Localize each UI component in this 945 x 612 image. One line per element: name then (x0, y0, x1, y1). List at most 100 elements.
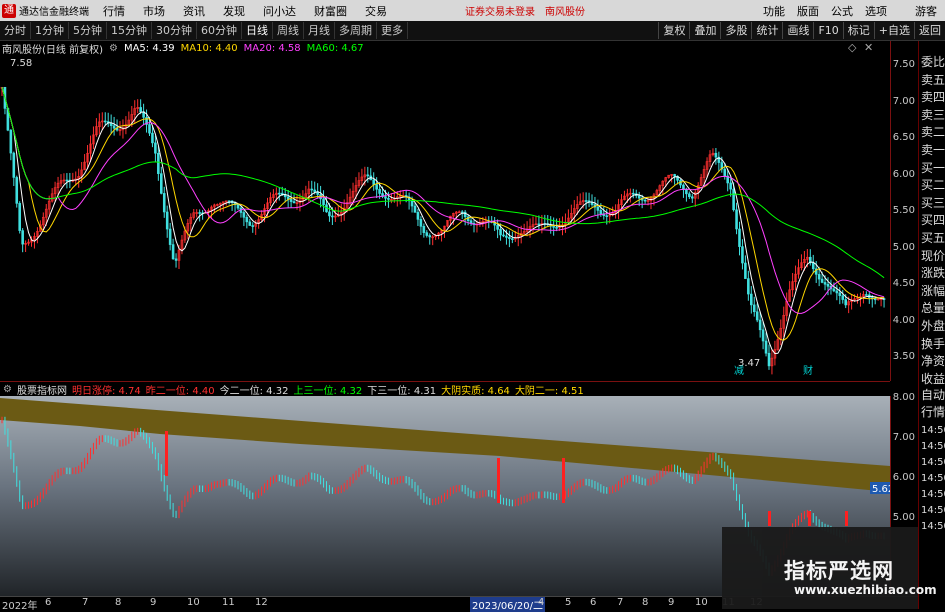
indicator-settings-icon[interactable]: ⚙ (3, 384, 12, 395)
period-15min[interactable]: 15分钟 (107, 22, 152, 39)
period-30min[interactable]: 30分钟 (152, 22, 197, 39)
candle-body (511, 238, 514, 240)
side-panel-toggle[interactable]: 自动 (921, 386, 945, 403)
multi-stock-button[interactable]: 多股 (720, 22, 751, 39)
candle-body (584, 200, 588, 202)
side-panel-item[interactable]: 净资 (921, 352, 945, 369)
event-mark-finance[interactable]: 财 (803, 364, 813, 377)
period-monthly[interactable]: 月线 (304, 22, 335, 39)
mark-button[interactable]: 标记 (842, 22, 874, 39)
f10-button[interactable]: F10 (813, 22, 842, 39)
trade-login-alert[interactable]: 证券交易未登录 (465, 3, 535, 18)
side-panel-item[interactable]: 总量 (921, 299, 945, 316)
period-5min[interactable]: 5分钟 (69, 22, 107, 39)
side-panel-item[interactable]: 买四 (921, 211, 945, 228)
period-daily[interactable]: 日线 (242, 22, 273, 39)
candle-body (112, 125, 116, 129)
side-panel-item[interactable]: 买三 (921, 194, 945, 211)
time-tick: 8 (115, 597, 122, 608)
menu-news[interactable]: 资讯 (183, 3, 205, 19)
side-panel-item[interactable]: 买二 (921, 176, 945, 193)
diamond-icon[interactable]: ◇ (848, 41, 856, 54)
close-icon[interactable]: ✕ (864, 41, 873, 54)
candle-body (835, 290, 839, 294)
menu-formula[interactable]: 公式 (831, 3, 853, 19)
menu-ask[interactable]: 问小达 (263, 3, 296, 19)
menu-bar: 通 通达信金融终端 行情 市场 资讯 发现 问小达 财富圈 交易 证券交易未登录… (0, 0, 945, 21)
side-panel-item[interactable]: 买一 (921, 159, 945, 176)
candle-body (643, 199, 647, 202)
high-price-label: 7.58 (10, 58, 32, 69)
period-weekly[interactable]: 周线 (273, 22, 304, 39)
add-watchlist-button[interactable]: +自选 (873, 22, 914, 39)
side-panel-item[interactable]: 收益 (921, 370, 945, 387)
side-panel-item[interactable]: 买五 (921, 229, 945, 246)
adjust-button[interactable]: 复权 (658, 22, 689, 39)
event-mark-reduce[interactable]: 减 (734, 365, 744, 377)
period-tick[interactable]: 分时 (0, 22, 31, 39)
back-button[interactable]: 返回 (914, 22, 945, 39)
guest-button[interactable]: 游客 (915, 3, 937, 19)
side-panel-item[interactable]: 现价 (921, 247, 945, 264)
candle-body (425, 232, 429, 236)
candle-body (714, 152, 718, 158)
menu-quotes[interactable]: 行情 (103, 3, 125, 19)
candle-body (9, 129, 13, 154)
side-panel-item[interactable]: 卖一 (921, 141, 945, 158)
time-tick: 10 (187, 597, 200, 608)
candle-body (154, 142, 157, 154)
side-panel-item[interactable]: 外盘 (921, 317, 945, 334)
tick-time: 14:50 (921, 441, 945, 452)
price-tick: 5.00 (892, 241, 915, 253)
candle-body (749, 293, 753, 306)
settings-icon[interactable]: ⚙ (109, 43, 118, 54)
ma5-line (1, 87, 885, 355)
candlestick-chart[interactable]: 7.58 3.47 减 财 (0, 56, 890, 381)
candle-body (865, 294, 868, 296)
candle-body (747, 278, 750, 295)
menu-market[interactable]: 市场 (143, 3, 165, 19)
side-panel-item[interactable]: 涨幅 (921, 282, 945, 299)
period-multi[interactable]: 多周期 (335, 22, 377, 39)
candle-body (242, 212, 246, 218)
statistics-button[interactable]: 统计 (751, 22, 782, 39)
side-panel-item[interactable]: 卖五 (921, 71, 945, 88)
period-1min[interactable]: 1分钟 (31, 22, 69, 39)
candle-body (735, 209, 738, 230)
overlay-button[interactable]: 叠加 (689, 22, 720, 39)
candle-body (723, 168, 727, 177)
period-toolbar: 分时 1分钟 5分钟 15分钟 30分钟 60分钟 日线 周线 月线 多周期 更… (0, 21, 945, 41)
candle-body (292, 201, 296, 204)
candle-body (165, 211, 169, 230)
period-60min[interactable]: 60分钟 (197, 22, 242, 39)
side-panel-toggle[interactable]: 行情 (921, 403, 945, 420)
side-panel-item[interactable]: 卖四 (921, 88, 945, 105)
draw-line-button[interactable]: 画线 (782, 22, 813, 39)
candle-body (416, 212, 420, 220)
menu-discover[interactable]: 发现 (223, 3, 245, 19)
menu-trade[interactable]: 交易 (365, 3, 387, 19)
candle-body (755, 311, 759, 321)
candle-body (631, 192, 635, 195)
candle-body (148, 124, 151, 134)
menu-layout[interactable]: 版面 (797, 3, 819, 19)
limit-up-bar (165, 431, 168, 476)
menu-options[interactable]: 选项 (865, 3, 887, 19)
period-more[interactable]: 更多 (377, 22, 408, 39)
side-panel-item[interactable]: 换手 (921, 335, 945, 352)
chart-title: 南风股份(日线 前复权) (2, 45, 103, 56)
candle-body (162, 193, 166, 213)
side-panel-item[interactable]: 涨跌 (921, 264, 945, 281)
side-panel-item[interactable]: 卖三 (921, 106, 945, 123)
candle-body (103, 120, 107, 123)
side-panel-item[interactable]: 卖二 (921, 123, 945, 140)
candle-body (741, 246, 744, 264)
side-panel-item[interactable]: 委比 (921, 53, 945, 70)
indicator-title: 股票指标网 (16, 386, 67, 397)
menu-wealth[interactable]: 财富圈 (314, 3, 347, 19)
menu-functions[interactable]: 功能 (763, 3, 785, 19)
candle-body (410, 200, 414, 207)
indicator-tick: 7.00 (892, 432, 915, 443)
candle-body (605, 215, 609, 217)
candle-body (599, 210, 603, 215)
